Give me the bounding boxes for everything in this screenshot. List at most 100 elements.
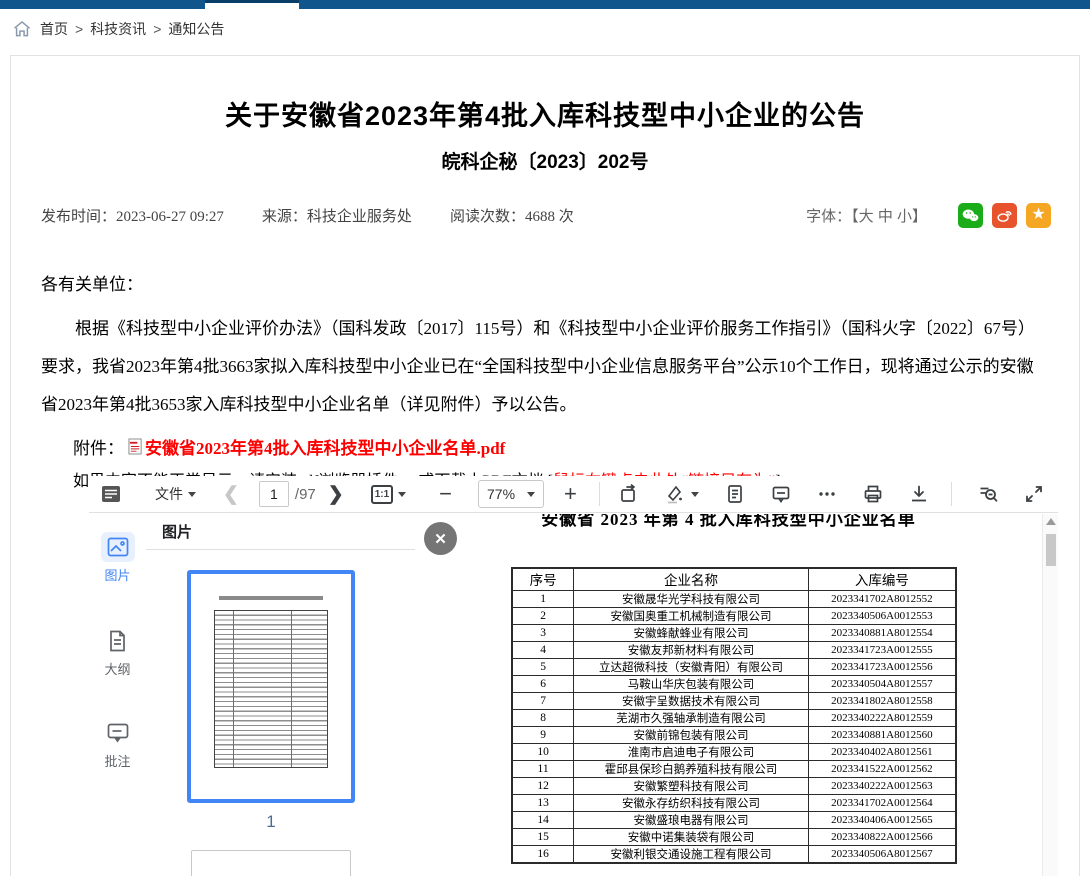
table-row: 6马鞍山华庆包装有限公司2023340504A8012557 [512, 675, 956, 692]
rotate-icon[interactable] [619, 484, 639, 504]
attachment-label: 附件： [73, 434, 124, 459]
table-cell: 2023341702A0012564 [808, 794, 956, 811]
table-cell: 2023340406A0012565 [808, 811, 956, 828]
scroll-up-arrow-icon[interactable] [1046, 518, 1056, 525]
table-cell: 2023341802A8012558 [808, 692, 956, 709]
notes-icon[interactable] [725, 484, 745, 504]
zoom-level-value: 77% [487, 486, 515, 502]
table-row: 14安徽盛琅电器有限公司2023340406A0012565 [512, 811, 956, 828]
table-cell: 4 [512, 641, 574, 658]
active-nav-tab-notch [205, 0, 299, 9]
page-thumbnail-1[interactable] [187, 570, 355, 803]
table-cell: 安徽友邦新材料有限公司 [574, 641, 809, 658]
zoom-in-button[interactable]: + [564, 483, 577, 505]
next-page-button[interactable]: ❯ [328, 483, 344, 506]
rail-item-label: 图片 [104, 565, 130, 584]
page-number-input[interactable] [259, 481, 289, 507]
table-cell: 2023340506A8012567 [808, 845, 956, 863]
table-cell: 2023340504A8012557 [808, 675, 956, 692]
attachment-pdf-link[interactable]: 安徽省2023年第4批入库科技型中小企业名单.pdf [145, 434, 505, 459]
fullscreen-icon[interactable] [1024, 484, 1044, 504]
wechat-icon[interactable] [958, 203, 983, 228]
table-row: 8芜湖市久强轴承制造有限公司2023340222A8012559 [512, 709, 956, 726]
attachment-line: 附件： 安徽省2023年第4批入库科技型中小企业名单.pdf [73, 434, 1049, 459]
sidebar-toggle-icon[interactable] [101, 484, 121, 504]
table-header-cell: 企业名称 [574, 568, 809, 590]
table-cell: 8 [512, 709, 574, 726]
table-cell: 11 [512, 760, 574, 777]
breadcrumb-item-news[interactable]: 科技资讯 [90, 19, 146, 39]
rail-item-annotations[interactable]: 批注 [89, 718, 146, 770]
table-cell: 6 [512, 675, 574, 692]
page-thumbnail-2[interactable] [191, 850, 351, 876]
table-cell: 7 [512, 692, 574, 709]
favorite-star-icon[interactable]: ★ [1026, 203, 1051, 228]
pdf-file-icon [128, 438, 143, 455]
breadcrumb-item-notices[interactable]: 通知公告 [168, 19, 224, 39]
source-label: 来源：科技企业服务处 [262, 205, 412, 226]
table-row: 1安徽晟华光学科技有限公司2023341702A8012552 [512, 590, 956, 607]
breadcrumb-separator: > [75, 21, 83, 37]
chevron-down-icon [527, 492, 535, 497]
rail-item-images[interactable]: 图片 [89, 532, 146, 584]
table-cell: 立达超微科技（安徽青阳）有限公司 [574, 658, 809, 675]
table-cell: 安徽国奥重工机械制造有限公司 [574, 607, 809, 624]
zoom-out-button[interactable]: − [439, 483, 452, 505]
content-panel: 关于安徽省2023年第4批入库科技型中小企业的公告 皖科企秘〔2023〕202号… [10, 55, 1080, 876]
download-icon[interactable] [909, 484, 929, 504]
chevron-down-icon [398, 492, 406, 497]
table-cell: 9 [512, 726, 574, 743]
table-row: 3安徽蜂献蜂业有限公司2023340881A8012554 [512, 624, 956, 641]
table-cell: 安徽晟华光学科技有限公司 [574, 590, 809, 607]
zoom-mode-button[interactable]: 1:1 [371, 485, 406, 504]
body-paragraph: 根据《科技型中小企业评价办法》（国科发政〔2017〕115号）和《科技型中小企业… [41, 310, 1049, 424]
thumbnail-mini-table [214, 610, 328, 768]
file-menu-button[interactable]: 文件 [155, 484, 196, 504]
table-header-cell: 序号 [512, 568, 574, 590]
table-cell: 15 [512, 828, 574, 845]
table-cell: 2023340402A8012561 [808, 743, 956, 760]
table-cell: 马鞍山华庆包装有限公司 [574, 675, 809, 692]
annotation-icon [101, 718, 135, 748]
rail-item-outline[interactable]: 大纲 [89, 626, 146, 678]
company-table: 序号企业名称入库编号 1安徽晟华光学科技有限公司2023341702A80125… [511, 567, 957, 864]
breadcrumb: 首页 > 科技资讯 > 通知公告 [0, 9, 1090, 49]
table-cell: 2023340822A0012566 [808, 828, 956, 845]
table-cell: 2023341723A0012556 [808, 658, 956, 675]
salutation: 各有关单位： [41, 266, 1049, 304]
file-menu-label: 文件 [155, 484, 183, 504]
table-row: 11霍邱县保珍白鹅养殖科技有限公司2023341522A0012562 [512, 760, 956, 777]
search-icon[interactable] [978, 484, 998, 504]
weibo-icon[interactable] [992, 203, 1017, 228]
more-icon[interactable] [817, 484, 837, 504]
one-to-one-icon: 1:1 [371, 485, 393, 504]
zoom-level-select[interactable]: 77% [478, 480, 544, 508]
pdf-scrollbar[interactable] [1042, 514, 1058, 876]
table-cell: 安徽前锦包装有限公司 [574, 726, 809, 743]
comment-icon[interactable] [771, 484, 791, 504]
breadcrumb-separator: > [153, 21, 161, 37]
print-icon[interactable] [863, 484, 883, 504]
table-row: 2安徽国奥重工机械制造有限公司2023340506A0012553 [512, 607, 956, 624]
highlight-color-icon[interactable] [665, 484, 685, 504]
table-row: 7安徽宇呈数据技术有限公司2023341802A8012558 [512, 692, 956, 709]
article-body: 各有关单位： 根据《科技型中小企业评价办法》（国科发政〔2017〕115号）和《… [41, 266, 1049, 424]
table-cell: 2023341702A8012552 [808, 590, 956, 607]
document-number: 皖科企秘〔2023〕202号 [11, 147, 1079, 174]
publish-time: 发布时间：2023-06-27 09:27 [41, 205, 224, 226]
page-title: 关于安徽省2023年第4批入库科技型中小企业的公告 [11, 94, 1079, 133]
close-icon[interactable]: ✕ [424, 522, 457, 555]
chevron-down-icon[interactable] [691, 492, 699, 497]
breadcrumb-item-home[interactable]: 首页 [40, 19, 68, 39]
home-icon[interactable] [12, 19, 32, 39]
page-count-label: /97 [295, 486, 316, 503]
font-size-switcher[interactable]: 字体：【大 中 小】 [806, 205, 927, 226]
prev-page-button[interactable]: ❮ [223, 483, 239, 506]
table-cell: 2 [512, 607, 574, 624]
table-cell: 13 [512, 794, 574, 811]
scrollbar-thumb[interactable] [1046, 534, 1056, 566]
rail-item-label: 批注 [104, 751, 130, 770]
pdf-viewer-body: 图片 大纲 批注 [89, 514, 1058, 876]
table-cell: 2023340222A8012559 [808, 709, 956, 726]
table-cell: 淮南市启迪电子有限公司 [574, 743, 809, 760]
